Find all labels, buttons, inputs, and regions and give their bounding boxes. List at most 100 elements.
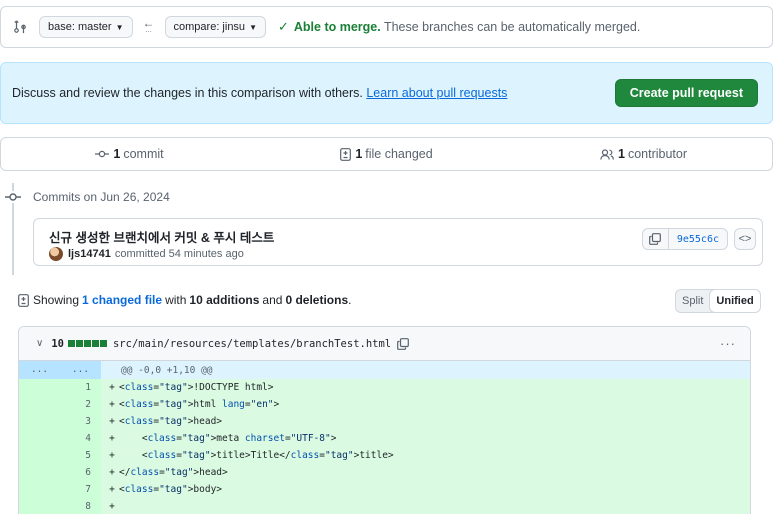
merge-status: ✓ Able to merge. These branches can be a… [278,19,640,35]
old-line-number[interactable] [19,379,60,396]
unified-view-button[interactable]: Unified [709,290,760,312]
discuss-text: Discuss and review the changes in this c… [12,86,367,100]
commit-icon [4,191,22,203]
old-line-number[interactable] [19,430,60,447]
people-icon [600,148,614,160]
new-line-number[interactable]: 8 [60,498,101,514]
diff-sign: + [109,467,115,478]
discuss-banner: Discuss and review the changes in this c… [0,62,773,124]
diff-summary: Showing 1 changed file with 10 additions… [18,293,351,307]
file-diff-icon [18,293,29,307]
diff-line: 6 + </class="tag">head> [19,464,750,481]
commit-actions: 9e55c6c <> [641,228,756,250]
code-text: <class="tag">meta charset="UTF-8"> [119,433,337,444]
diff-line-count: 10 [51,337,64,350]
comparison-stats: 1 commit 1 file changed 1 contributor [0,137,773,171]
old-line-number[interactable] [19,498,60,514]
diffstat-block [99,340,107,347]
files-count: 1 [355,147,363,161]
file-header: ∨ 10 src/main/resources/templates/branch… [19,327,750,361]
code-text: <class="tag">body> [119,484,223,495]
compare-branch-label: compare: jinsu [173,21,246,33]
file-diff: ∨ 10 src/main/resources/templates/branch… [18,326,751,514]
diff-line: 7 + <class="tag">body> [19,481,750,498]
diff-line: 4 + <class="tag">meta charset="UTF-8"> [19,430,750,447]
diff-line: 1 + <class="tag">!DOCTYPE html> [19,379,750,396]
old-line-number[interactable] [19,413,60,430]
commits-tab[interactable]: 1 commit [1,147,258,161]
commits-label: commit [123,147,164,161]
new-line-number[interactable]: 6 [60,464,101,481]
new-line-number[interactable]: 4 [60,430,101,447]
showing-and: and [262,293,283,307]
commit-title[interactable]: 신규 생성한 브랜치에서 커밋 & 푸시 테스트 [49,227,274,246]
expand-up-button[interactable]: ... [19,361,60,379]
diffstat-block [91,340,99,347]
diff-sign: + [109,382,115,393]
arrow-left-icon: ←… [142,16,155,34]
learn-pull-requests-link[interactable]: Learn about pull requests [366,86,507,100]
file-diff-icon [340,147,352,161]
diff-sign: + [109,399,115,410]
diffstat-blocks [67,340,107,347]
merge-status-text: These branches can be automatically merg… [380,20,641,34]
code-text: <class="tag">!DOCTYPE html> [119,382,274,393]
old-line-number[interactable] [19,481,60,498]
commit-meta: ljs14741 committed 54 minutes ago [49,247,244,261]
code-text: <class="tag">html lang="en"> [119,399,280,410]
diffstat-block [67,340,75,347]
chevron-down-icon[interactable]: ∨ [36,338,43,349]
showing-prefix: Showing [33,293,80,307]
avatar[interactable] [49,247,63,261]
diff-line: 5 + <class="tag">title>Title</class="tag"… [19,447,750,464]
commit-card: 신규 생성한 브랜치에서 커밋 & 푸시 테스트 ljs14741 commit… [33,218,763,266]
code-text: </class="tag">head> [119,467,228,478]
diff-line: 3 + <class="tag">head> [19,413,750,430]
compare-bar: base: master ▼ ←… compare: jinsu ▼ ✓ Abl… [0,6,773,48]
copy-icon[interactable] [643,229,669,249]
sha-group: 9e55c6c [641,228,728,250]
new-line-number[interactable]: 2 [60,396,101,413]
old-line-number[interactable] [19,396,60,413]
copy-icon[interactable] [397,337,410,350]
compare-branch-select[interactable]: compare: jinsu ▼ [164,16,266,38]
chevron-down-icon: ▼ [115,22,124,32]
new-line-number[interactable]: 3 [60,413,101,430]
file-path[interactable]: src/main/resources/templates/branchTest.… [113,338,391,350]
check-icon: ✓ [277,19,289,34]
more-options-icon[interactable]: ··· [720,336,736,351]
new-line-number[interactable]: 7 [60,481,101,498]
hunk-range: @@ -0,0 +1,10 @@ [121,364,213,376]
old-line-number[interactable] [19,447,60,464]
additions-count: 10 additions [189,293,260,307]
diff-lines: 1 + <class="tag">!DOCTYPE html> 2 + <class="t… [19,379,750,514]
base-branch-select[interactable]: base: master ▼ [39,16,133,38]
commit-icon [95,149,110,159]
diff-line: 2 + <class="tag">html lang="en"> [19,396,750,413]
commit-sha-link[interactable]: 9e55c6c [669,234,727,245]
contributors-label: contributor [627,147,687,161]
diff-sign: + [109,433,115,444]
commit-author[interactable]: ljs14741 [68,248,111,260]
expand-down-button[interactable]: ... [60,361,101,379]
new-line-number[interactable]: 5 [60,447,101,464]
changed-files-link[interactable]: 1 changed file [82,293,162,307]
create-pull-request-button[interactable]: Create pull request [614,79,758,107]
showing-suffix: . [348,293,352,307]
old-line-number[interactable] [19,464,60,481]
split-view-button[interactable]: Split [676,290,709,312]
hunk-header: ... ... @@ -0,0 +1,10 @@ [19,361,750,379]
code-text: <class="tag">title>Title</class="tag">ti… [119,450,394,461]
files-label: file changed [365,147,433,161]
browse-code-icon[interactable]: <> [734,228,756,250]
chevron-down-icon: ▼ [249,22,257,32]
files-changed-tab[interactable]: 1 file changed [258,147,515,161]
new-line-number[interactable]: 1 [60,379,101,396]
contributors-tab[interactable]: 1 contributor [515,147,772,161]
merge-status-strong: Able to merge. [293,20,381,34]
commit-time: committed 54 minutes ago [114,248,244,260]
code-text: <class="tag">head> [119,416,223,427]
diff-sign: + [109,501,115,512]
deletions-count: 0 deletions [285,293,349,307]
commits-date-heading: Commits on Jun 26, 2024 [33,190,170,204]
